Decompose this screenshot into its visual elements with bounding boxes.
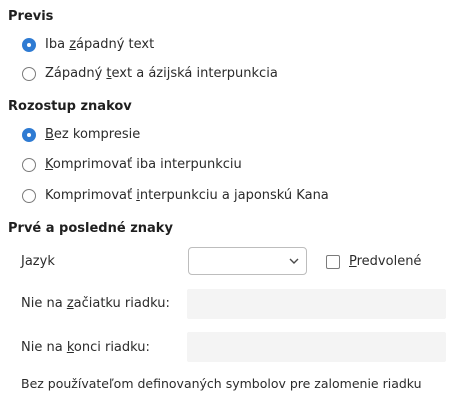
- asian-typography-panel: Previs Iba západný text Západný text a á…: [0, 0, 454, 402]
- radio-compress-punctuation-and-kana-control[interactable]: [22, 188, 36, 203]
- chevron-down-icon: [289, 258, 299, 264]
- radio-western-and-asian-punctuation[interactable]: Západný text a ázijská interpunkcia: [22, 66, 278, 81]
- first-last-characters-section-title: Prvé a posledné znaky: [8, 221, 173, 236]
- radio-no-compression-label: Bez kompresie: [45, 127, 141, 142]
- radio-compress-punctuation-only[interactable]: Komprimovať iba interpunkciu: [22, 157, 242, 172]
- default-checkbox-row[interactable]: Predvolené: [326, 254, 421, 269]
- not-at-line-end-input[interactable]: [187, 332, 446, 362]
- radio-no-compression-control[interactable]: [22, 127, 36, 142]
- not-at-line-start-label: Nie na začiatku riadku:: [21, 296, 170, 311]
- preview-section-title: Previs: [8, 9, 54, 24]
- radio-no-compression[interactable]: Bez kompresie: [22, 127, 140, 142]
- default-checkbox[interactable]: [326, 254, 340, 269]
- radio-compress-punctuation-and-kana[interactable]: Komprimovať interpunkciu a japonskú Kana: [22, 188, 329, 203]
- radio-western-text-only-control[interactable]: [22, 37, 36, 52]
- language-label: Jazyk: [21, 254, 55, 269]
- radio-compress-punctuation-only-control[interactable]: [22, 157, 36, 172]
- character-spacing-section-title: Rozostup znakov: [8, 99, 132, 114]
- radio-compress-punctuation-only-label: Komprimovať iba interpunkciu: [45, 157, 242, 172]
- radio-western-text-only-label: Iba západný text: [45, 37, 155, 52]
- not-at-line-end-label: Nie na konci riadku:: [21, 340, 150, 355]
- language-select[interactable]: [188, 247, 307, 275]
- radio-western-and-asian-punctuation-control[interactable]: [22, 66, 36, 81]
- radio-western-text-only[interactable]: Iba západný text: [22, 37, 154, 52]
- default-checkbox-label: Predvolené: [349, 254, 422, 269]
- radio-western-and-asian-punctuation-label: Západný text a ázijská interpunkcia: [45, 66, 278, 81]
- radio-compress-punctuation-and-kana-label: Komprimovať interpunkciu a japonskú Kana: [45, 188, 329, 203]
- no-user-defined-symbols-note: Bez používateľom definovaných symbolov p…: [21, 376, 422, 391]
- not-at-line-start-input[interactable]: [187, 289, 446, 319]
